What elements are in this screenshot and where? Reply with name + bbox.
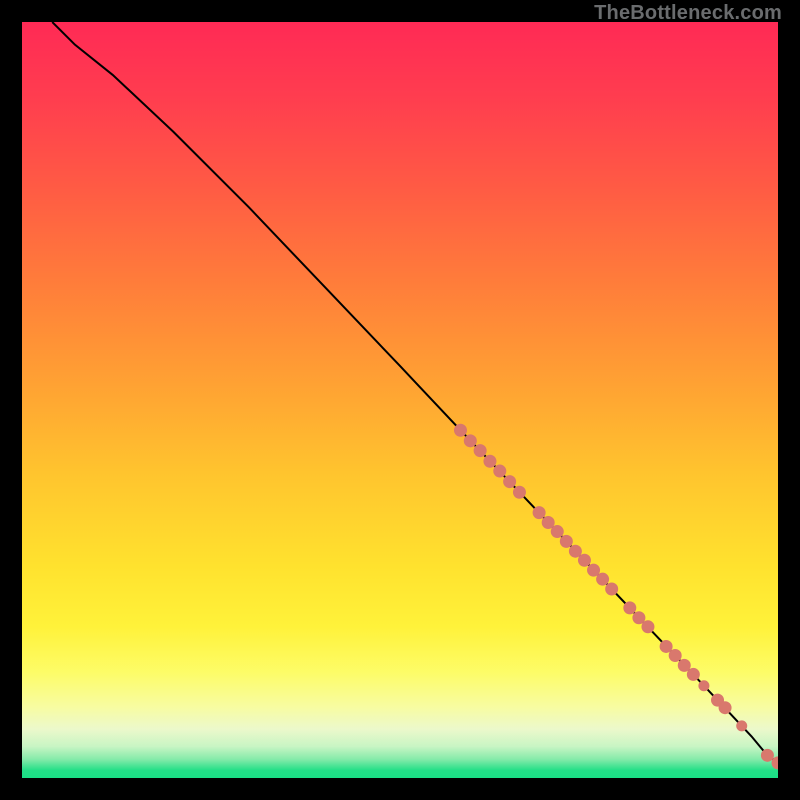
gradient-background [22,22,778,778]
data-marker [504,476,516,488]
data-marker [533,507,545,519]
data-marker [474,445,486,457]
data-marker [597,573,609,585]
data-marker [551,526,563,538]
bottleneck-chart [22,22,778,778]
data-marker [737,721,747,731]
chart-area [22,22,778,778]
data-marker [624,602,636,614]
data-marker [761,749,773,761]
data-marker [542,516,554,528]
data-marker [633,612,645,624]
data-marker [484,455,496,467]
data-marker [494,465,506,477]
data-marker [669,650,681,662]
data-marker [560,535,572,547]
data-marker [588,564,600,576]
stage: TheBottleneck.com [0,0,800,800]
data-marker [687,668,699,680]
data-marker [454,424,466,436]
data-marker [719,702,731,714]
data-marker [464,435,476,447]
data-marker [569,545,581,557]
data-marker [578,554,590,566]
data-marker [606,583,618,595]
data-marker [513,486,525,498]
data-marker [678,659,690,671]
watermark-text: TheBottleneck.com [594,2,782,25]
data-marker [660,640,672,652]
data-marker [699,681,709,691]
data-marker [642,621,654,633]
